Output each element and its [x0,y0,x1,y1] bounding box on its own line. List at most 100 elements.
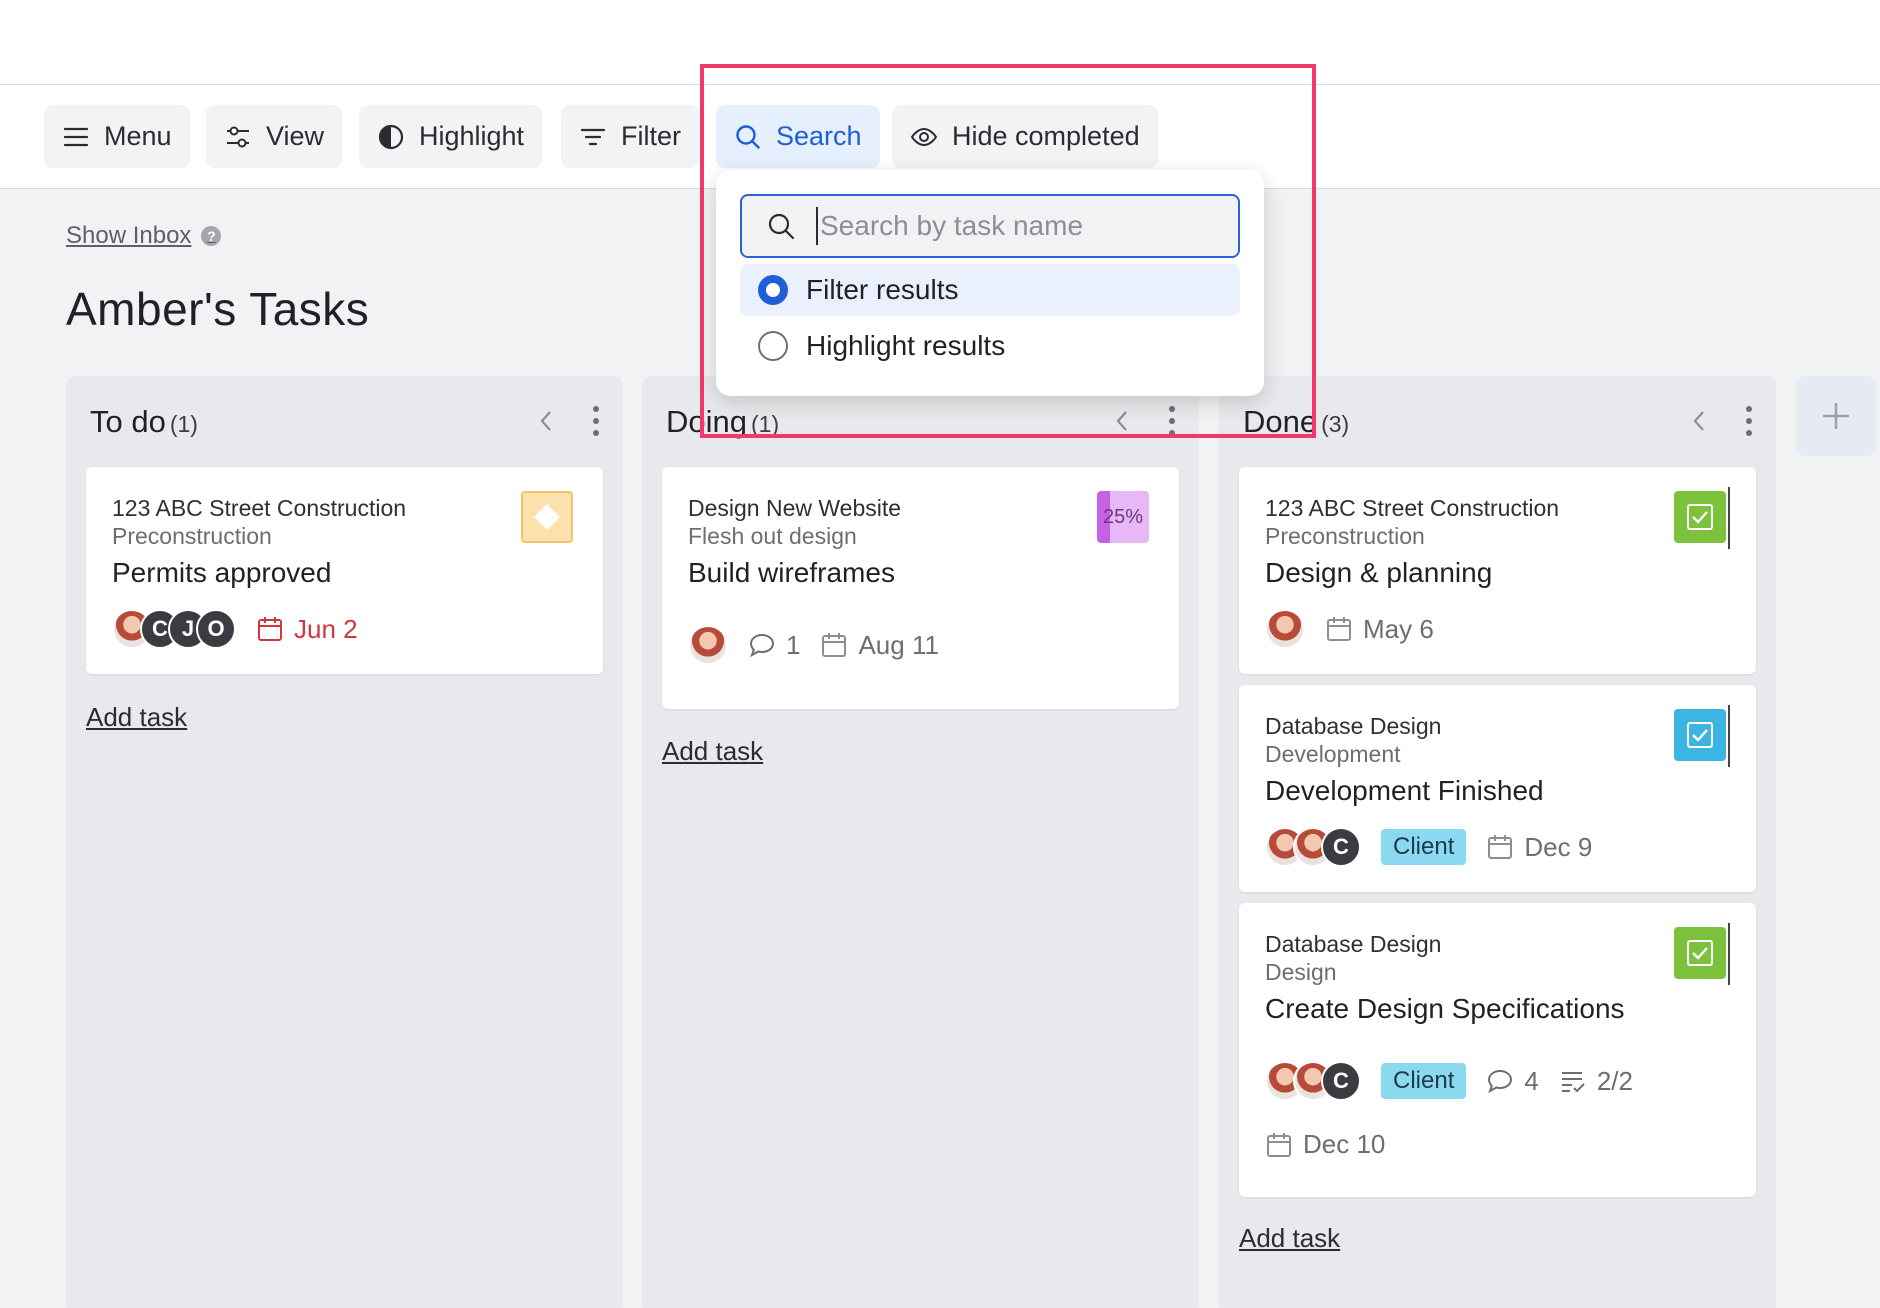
assignee-avatars[interactable] [1265,609,1305,649]
search-field[interactable] [740,194,1240,258]
due-date: Aug 11 [820,629,939,661]
avatar: C [1321,827,1361,867]
due-date: Jun 2 [256,614,358,645]
task-meta-row: May 6 [1265,609,1434,649]
column-count: (1) [751,411,780,437]
show-inbox-link[interactable]: Show Inbox ? [66,222,222,250]
task-name: Permits approved [112,557,332,588]
task-project: Design New Website [688,495,902,521]
comment-icon [749,633,775,658]
task-project: 123 ABC Street Construction [112,495,407,521]
task-card[interactable]: Design New Website Flesh out design Buil… [662,467,1179,709]
menu-button[interactable]: Menu [44,105,190,168]
task-project: 123 ABC Street Construction [1265,495,1560,521]
task-meta-row: C J O Jun 2 [112,609,358,649]
due-date-label: Dec 9 [1524,831,1593,862]
option-label: Highlight results [806,330,1006,361]
view-button[interactable]: View [206,105,343,168]
assignee-avatars[interactable] [688,625,728,665]
highlight-results-option[interactable]: Highlight results [740,320,1240,372]
calendar-icon [1267,1132,1291,1157]
chevron-left-icon[interactable] [1111,406,1133,436]
column-count: (1) [169,411,198,437]
show-inbox-label: Show Inbox [66,222,192,249]
hamburger-icon [63,127,89,146]
contrast-icon [378,124,404,149]
task-phase: Design [1265,959,1337,985]
column-header: Doing (1) [666,404,779,440]
search-icon [768,213,795,240]
column-title: Doing [666,404,747,439]
column-header: Done (3) [1243,404,1349,440]
avatar [688,625,728,665]
comment-icon [1488,1069,1513,1094]
task-card[interactable]: 123 ABC Street Construction Preconstruct… [86,467,603,674]
highlight-button[interactable]: Highlight [359,105,543,168]
assignee-avatars[interactable]: C [1265,1061,1361,1101]
assignee-avatars[interactable]: C [1265,827,1361,867]
column-title: To do [90,404,166,439]
more-vertical-icon[interactable] [1744,404,1754,438]
comment-count[interactable]: 1 [748,630,800,661]
filter-results-option[interactable]: Filter results [740,264,1240,316]
search-button[interactable]: Search [716,105,880,168]
avatar: C [1321,1061,1361,1101]
progress-badge: 25% [1097,491,1149,543]
progress-label: 25% [1102,505,1144,528]
task-name: Development Finished [1265,775,1544,806]
more-vertical-icon[interactable] [591,404,601,438]
column-doing: Doing (1) Design New Website Flesh out de… [642,376,1199,1308]
hide-completed-button[interactable]: Hide completed [892,105,1158,168]
add-task-link[interactable]: Add task [86,702,187,733]
top-strip [0,0,1880,85]
chevron-left-icon[interactable] [535,406,557,436]
eye-icon [910,127,938,146]
task-meta-row: C Client 4 2/2 [1265,1061,1633,1101]
plus-icon [1823,403,1849,429]
task-card[interactable]: 123 ABC Street Construction Preconstruct… [1239,467,1756,674]
search-input[interactable] [816,207,1216,245]
task-phase: Preconstruction [1265,523,1425,549]
due-date-label: Jun 2 [294,613,358,644]
view-button-label: View [266,121,325,151]
add-column-button[interactable] [1796,376,1876,456]
completed-checkbox-icon[interactable] [1674,487,1730,549]
radio-selected-icon[interactable] [758,275,788,305]
calendar-icon [822,633,847,657]
task-meta-row: Dec 10 [1265,1129,1385,1160]
task-card[interactable]: Database Design Design Create Design Spe… [1239,903,1756,1197]
page-title: Amber's Tasks [66,283,370,335]
due-date-label: Aug 11 [858,629,939,660]
completed-checkbox-icon[interactable] [1674,923,1730,985]
column-title: Done [1243,404,1318,439]
filter-button[interactable]: Filter [561,105,699,168]
task-meta-row: C Client Dec 9 [1265,827,1592,867]
avatar: O [196,609,236,649]
help-icon[interactable]: ? [201,226,222,246]
calendar-icon [258,617,282,641]
avatar [1265,609,1305,649]
more-vertical-icon[interactable] [1167,404,1177,438]
radio-unselected-icon[interactable] [758,331,788,361]
checklist-icon [1561,1072,1585,1093]
milestone-diamond-icon [521,491,573,543]
task-phase: Preconstruction [112,523,272,549]
due-date-label: May 6 [1363,613,1434,644]
due-date: Dec 10 [1265,1129,1385,1160]
column-header: To do (1) [90,404,198,440]
completed-checkbox-icon[interactable] [1674,705,1730,767]
comment-count[interactable]: 4 [1486,1066,1539,1097]
assignee-avatars[interactable]: C J O [112,609,236,649]
add-task-link[interactable]: Add task [1239,1223,1340,1254]
due-date: Dec 9 [1486,832,1592,863]
task-card[interactable]: Database Design Development Development … [1239,685,1756,892]
search-icon [736,124,760,149]
chevron-left-icon[interactable] [1688,406,1710,436]
highlight-button-label: Highlight [419,121,525,151]
hide-completed-button-label: Hide completed [952,121,1140,151]
filter-icon [580,128,606,145]
add-task-link[interactable]: Add task [662,736,763,767]
column-count: (3) [1321,411,1350,437]
checklist-count[interactable]: 2/2 [1559,1066,1633,1097]
checklist-count-label: 2/2 [1596,1065,1633,1096]
